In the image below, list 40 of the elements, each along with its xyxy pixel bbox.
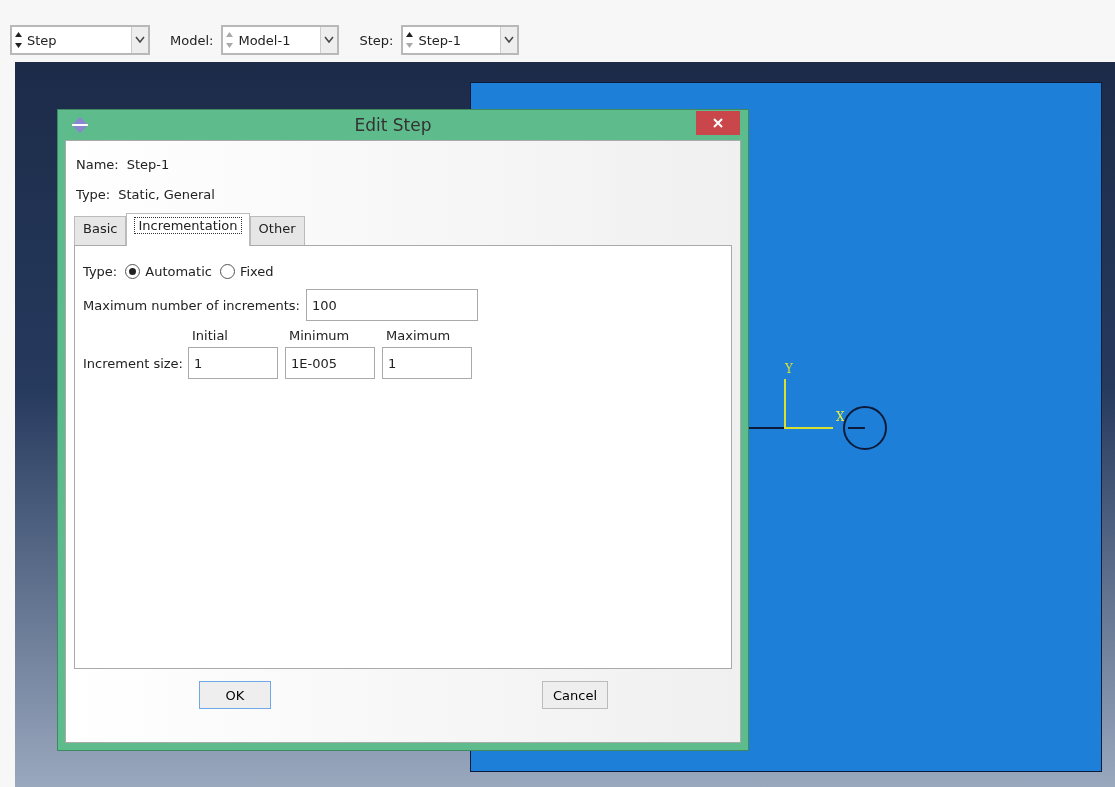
name-value: Step-1 <box>126 156 170 172</box>
step-label: Step: <box>359 32 394 48</box>
max-increments-label: Maximum number of increments: <box>83 297 300 313</box>
input-field[interactable]: 1 <box>188 347 278 379</box>
model-label: Model: <box>170 32 214 48</box>
axis-label: X <box>836 410 845 424</box>
module-combo[interactable]: Step <box>10 25 150 55</box>
type-label: Type: <box>76 186 111 202</box>
close-icon <box>713 118 723 128</box>
increment-size-label: Increment size: <box>83 355 183 371</box>
dialog-button[interactable]: Cancel <box>541 681 608 709</box>
step-combo[interactable]: Step-1 <box>401 25 520 55</box>
caret-icon <box>504 36 515 44</box>
caret-icon <box>324 36 335 44</box>
dialog-title: Edit Step <box>353 115 433 135</box>
spinner-icon <box>404 29 414 51</box>
close-button[interactable] <box>696 111 740 135</box>
model-combo[interactable]: Model-1 <box>221 25 340 55</box>
type-value: Static, General <box>118 186 215 202</box>
input-field[interactable]: 100 <box>305 289 478 321</box>
caret-icon <box>135 36 145 44</box>
input-field[interactable]: 1E-005 <box>285 347 375 379</box>
tab[interactable]: Basic <box>74 216 127 245</box>
column-heading: Minimum <box>288 328 351 343</box>
app-icon <box>70 117 90 133</box>
tab[interactable]: Other <box>249 216 305 245</box>
radio-option[interactable]: Fixed <box>219 263 274 279</box>
spinner-icon <box>224 29 234 51</box>
axis-label: Y <box>785 363 793 376</box>
dialog-button[interactable]: OK <box>199 681 271 709</box>
spinner-icon <box>13 29 23 51</box>
column-heading: Maximum <box>385 328 452 343</box>
column-heading: Initial <box>191 328 229 343</box>
input-field[interactable]: 1 <box>382 347 472 379</box>
circle-icon <box>843 406 887 450</box>
name-label: Name: <box>76 156 119 172</box>
radio-option[interactable]: Automatic <box>125 263 212 279</box>
tab[interactable]: Incrementation <box>126 213 250 246</box>
type-label: Type: <box>83 263 118 279</box>
axis-icon <box>784 378 834 429</box>
